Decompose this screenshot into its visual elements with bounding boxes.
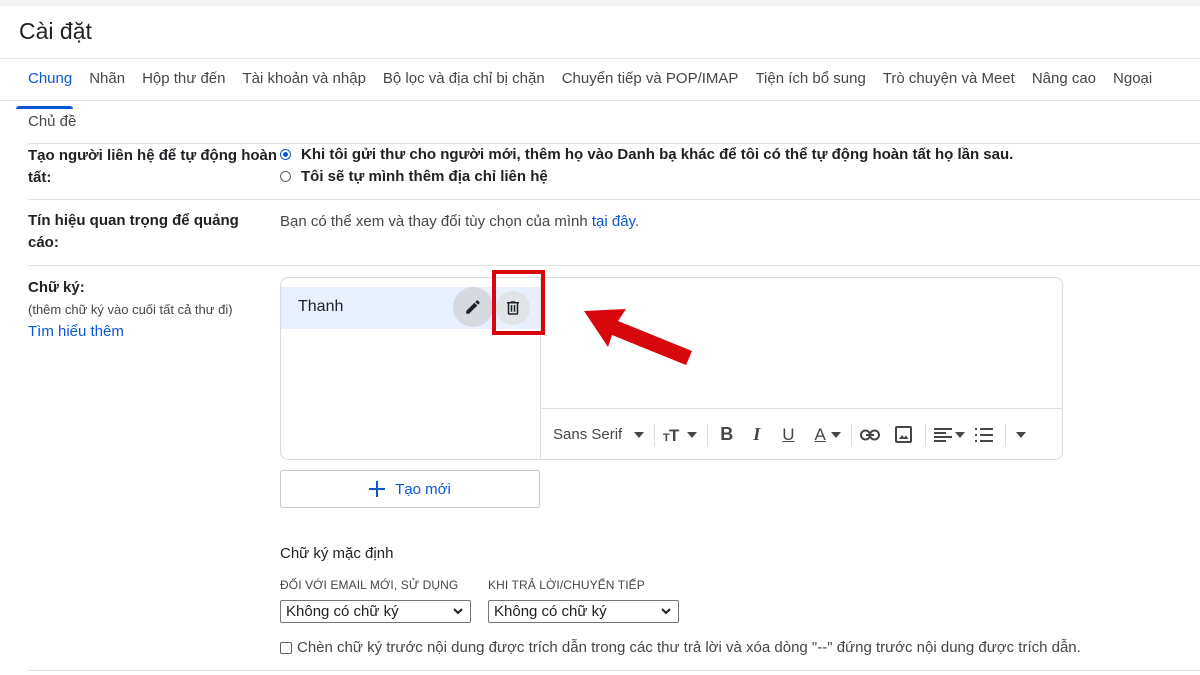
image-icon[interactable] — [894, 426, 912, 443]
ads-text: Bạn có thể xem và thay đổi tùy chọn của … — [280, 213, 640, 230]
link-icon[interactable] — [859, 429, 880, 441]
new-email-caption: ĐỐI VỚI EMAIL MỚI, SỬ DỤNG — [280, 578, 459, 592]
bold-icon[interactable]: B — [720, 424, 733, 445]
tab-forwarding[interactable]: Chuyển tiếp và POP/IMAP — [553, 69, 747, 99]
tab-addons[interactable]: Tiện ích bổ sung — [747, 69, 874, 99]
chevron-down-icon — [634, 431, 645, 438]
create-signature-button[interactable]: Tạo mới — [280, 470, 540, 508]
signature-label: Chữ ký: — [28, 279, 85, 296]
list-icon[interactable] — [974, 427, 993, 443]
insert-before-quote-checkbox[interactable] — [280, 641, 292, 654]
italic-icon[interactable]: I — [753, 424, 760, 445]
more-icon[interactable] — [1015, 431, 1026, 438]
size-icon[interactable]: TT — [663, 427, 698, 443]
divider — [28, 199, 1200, 200]
divider — [0, 58, 1200, 59]
divider — [28, 265, 1200, 266]
autocomplete-option-auto[interactable]: Khi tôi gửi thư cho người mới, thêm họ v… — [280, 146, 1013, 163]
toolbar-divider — [850, 423, 852, 446]
signature-name: Thanh — [298, 298, 344, 315]
text-color-icon[interactable]: A — [815, 425, 841, 445]
pencil-icon — [466, 300, 480, 314]
signature-toolbar: Sans Serif TT B I U A — [542, 408, 1062, 460]
tab-accounts[interactable]: Tài khoản và nhập — [234, 69, 374, 99]
toolbar-divider — [654, 423, 656, 446]
tab-general[interactable]: Chung — [16, 69, 81, 109]
underline-icon[interactable]: U — [782, 425, 794, 445]
tab-advanced[interactable]: Nâng cao — [1023, 69, 1104, 99]
tab-chat-meet[interactable]: Trò chuyện và Meet — [874, 69, 1023, 99]
page-title: Cài đặt — [19, 18, 92, 44]
svg-text:T: T — [669, 427, 680, 443]
tab-filters[interactable]: Bộ lọc và địa chỉ bị chặn — [374, 69, 553, 99]
radio-unselected[interactable] — [280, 171, 291, 182]
learn-more-link[interactable]: Tìm hiểu thêm — [28, 323, 124, 340]
insert-before-quote-option[interactable]: Chèn chữ ký trước nội dung được trích dẫ… — [280, 639, 1081, 656]
signature-hint: (thêm chữ ký vào cuối tất cả thư đi) — [28, 302, 233, 317]
divider — [28, 670, 1200, 671]
settings-tabs: Chung Nhãn Hộp thư đến Tài khoản và nhập… — [16, 69, 1161, 109]
toolbar-divider — [1004, 423, 1006, 446]
toolbar-divider — [924, 423, 926, 446]
autocomplete-option-manual[interactable]: Tôi sẽ tự mình thêm địa chỉ liên hệ — [280, 168, 548, 185]
red-arrow-annotation — [584, 309, 692, 365]
default-signature-heading: Chữ ký mặc định — [280, 545, 394, 562]
new-email-signature-select[interactable]: Không có chữ ký — [280, 600, 471, 623]
highlight-box — [492, 270, 545, 335]
plus-icon — [369, 481, 386, 497]
tab-labels[interactable]: Nhãn — [81, 69, 134, 99]
ads-label: Tín hiệu quan trọng để quảng cáo: — [28, 212, 239, 251]
reply-caption: KHI TRẢ LỜI/CHUYỂN TIẾP — [488, 578, 645, 592]
font-select[interactable]: Sans Serif — [553, 426, 645, 443]
top-bar — [0, 0, 1200, 6]
tab-themes[interactable]: Chủ đề — [28, 113, 76, 130]
align-icon[interactable] — [933, 427, 965, 443]
divider — [0, 100, 1200, 101]
edit-signature-button[interactable] — [453, 287, 493, 327]
chevron-down-icon — [661, 608, 671, 615]
divider — [28, 143, 1200, 144]
autocomplete-label: Tạo người liên hệ để tự động hoàn tất: — [28, 147, 278, 186]
tab-inbox[interactable]: Hộp thư đến — [134, 69, 234, 99]
ads-link[interactable]: tại đây — [592, 213, 635, 230]
chevron-down-icon — [453, 608, 463, 615]
reply-signature-select[interactable]: Không có chữ ký — [488, 600, 679, 623]
radio-selected[interactable] — [280, 149, 291, 160]
tab-offline[interactable]: Ngoại — [1105, 69, 1161, 99]
toolbar-divider — [707, 423, 709, 446]
